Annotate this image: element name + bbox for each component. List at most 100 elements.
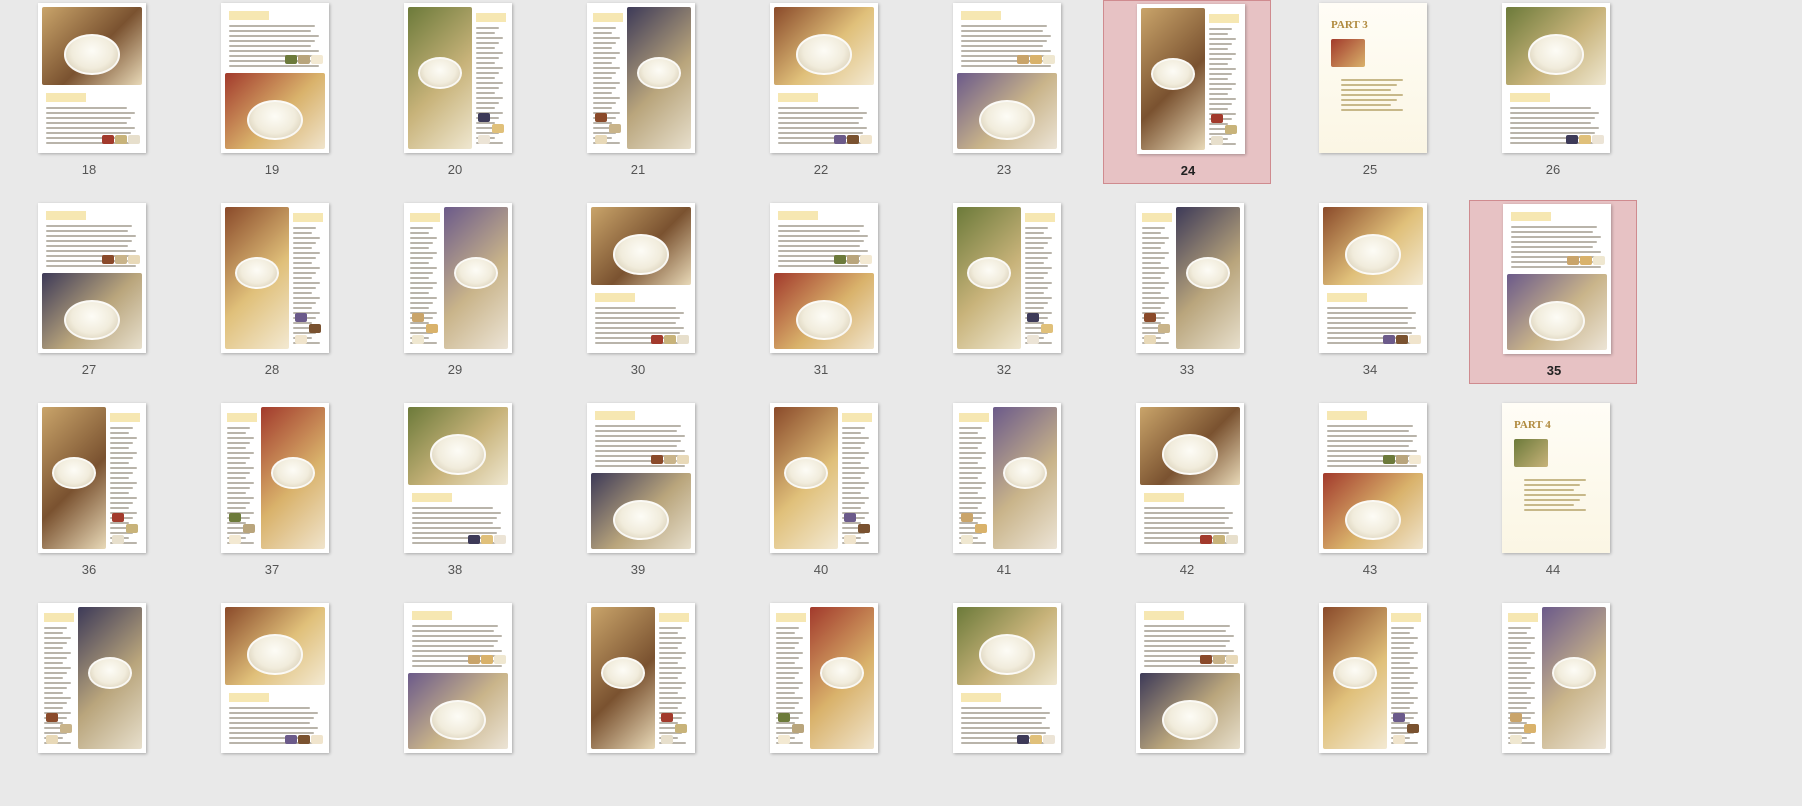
page-thumbnail[interactable] (371, 600, 539, 784)
page-preview[interactable] (1502, 3, 1610, 153)
page-preview[interactable] (953, 403, 1061, 553)
page-thumbnail[interactable]: 21 (554, 0, 722, 184)
page-thumbnail[interactable] (554, 600, 722, 784)
text-line (1511, 246, 1594, 248)
page-thumbnail[interactable]: 42 (1103, 400, 1271, 584)
page-preview[interactable] (953, 603, 1061, 753)
page-preview[interactable] (38, 403, 146, 553)
page-preview[interactable] (1319, 403, 1427, 553)
page-thumbnail[interactable] (5, 600, 173, 784)
text-line (229, 45, 312, 47)
page-preview[interactable] (1503, 204, 1611, 354)
page-thumbnail[interactable] (1469, 600, 1637, 784)
ingredient-image (778, 735, 790, 744)
page-preview[interactable] (1502, 603, 1610, 753)
page-thumbnail[interactable]: PART 4 44 (1469, 400, 1637, 584)
page-thumbnail[interactable] (737, 600, 905, 784)
page-preview[interactable] (38, 603, 146, 753)
page-preview[interactable] (1136, 203, 1244, 353)
page-preview[interactable] (404, 403, 512, 553)
ingredient-image (1200, 655, 1212, 664)
text-line (1209, 43, 1232, 45)
page-preview[interactable] (953, 203, 1061, 353)
page-thumbnail[interactable]: 43 (1286, 400, 1454, 584)
page-preview[interactable]: PART 4 (1502, 403, 1610, 553)
text-line (842, 487, 865, 489)
page-preview[interactable]: PART 3 (1319, 3, 1427, 153)
page-preview[interactable] (770, 3, 878, 153)
text-line (1391, 692, 1410, 694)
text-line (1508, 677, 1527, 679)
ingredient-image (1213, 535, 1225, 544)
page-thumbnail[interactable] (920, 600, 1088, 784)
page-thumbnail[interactable]: 37 (188, 400, 356, 584)
page-preview[interactable] (587, 3, 695, 153)
text-line (110, 457, 133, 459)
page-thumbnail[interactable]: 33 (1103, 200, 1271, 384)
page-preview[interactable] (1319, 603, 1427, 753)
page-preview[interactable] (1137, 4, 1245, 154)
page-thumbnail[interactable] (1103, 600, 1271, 784)
text-line (778, 112, 867, 114)
page-thumbnail[interactable]: 32 (920, 200, 1088, 384)
page-preview[interactable] (587, 203, 695, 353)
page-preview[interactable] (953, 3, 1061, 153)
ingredient-image (847, 255, 859, 264)
page-thumbnail[interactable]: 27 (5, 200, 173, 384)
page-thumbnail[interactable]: 39 (554, 400, 722, 584)
page-thumbnail[interactable]: 26 (1469, 0, 1637, 184)
text-line (1508, 627, 1531, 629)
page-thumbnail[interactable]: 29 (371, 200, 539, 384)
page-preview[interactable] (221, 203, 329, 353)
page-preview[interactable] (404, 603, 512, 753)
page-thumbnail[interactable]: 22 (737, 0, 905, 184)
page-thumbnail[interactable]: 40 (737, 400, 905, 584)
page-thumbnail[interactable]: 38 (371, 400, 539, 584)
bowl-image (64, 34, 120, 75)
text-line (44, 677, 63, 679)
page-thumbnail[interactable]: 24 (1103, 0, 1271, 184)
page-preview[interactable] (770, 403, 878, 553)
text-line (1025, 232, 1044, 234)
text-line (1510, 107, 1591, 109)
page-preview[interactable] (587, 603, 695, 753)
text-line (961, 40, 1048, 42)
bowl-image (247, 99, 303, 140)
page-thumbnail[interactable] (1286, 600, 1454, 784)
page-thumbnail[interactable]: 23 (920, 0, 1088, 184)
page-thumbnail[interactable] (188, 600, 356, 784)
text-line (476, 102, 499, 104)
text-line (778, 230, 861, 232)
page-thumbnail[interactable]: 28 (188, 200, 356, 384)
ingredient-image (1017, 735, 1029, 744)
text-line (46, 245, 129, 247)
page-thumbnail[interactable]: 34 (1286, 200, 1454, 384)
page-preview[interactable] (404, 203, 512, 353)
page-preview[interactable] (404, 3, 512, 153)
page-preview[interactable] (1136, 603, 1244, 753)
page-preview[interactable] (770, 603, 878, 753)
page-preview[interactable] (1319, 203, 1427, 353)
page-preview[interactable] (38, 203, 146, 353)
page-thumbnail[interactable]: 30 (554, 200, 722, 384)
page-preview[interactable] (1136, 403, 1244, 553)
page-preview[interactable] (587, 403, 695, 553)
page-thumbnail[interactable]: 35 (1469, 200, 1637, 384)
page-thumbnail[interactable]: 19 (188, 0, 356, 184)
page-thumbnail[interactable]: 18 (5, 0, 173, 184)
page-preview[interactable] (221, 603, 329, 753)
recipe-title-band (229, 11, 269, 20)
text-line (227, 452, 254, 454)
page-thumbnail[interactable]: PART 3 25 (1286, 0, 1454, 184)
page-thumbnail[interactable]: 41 (920, 400, 1088, 584)
text-line (44, 662, 63, 664)
page-thumbnail[interactable]: 20 (371, 0, 539, 184)
page-preview[interactable] (770, 203, 878, 353)
page-preview[interactable] (38, 3, 146, 153)
page-preview[interactable] (221, 403, 329, 553)
page-thumbnail[interactable]: 31 (737, 200, 905, 384)
page-preview[interactable] (221, 3, 329, 153)
text-line (293, 302, 316, 304)
text-line (778, 117, 863, 119)
page-thumbnail[interactable]: 36 (5, 400, 173, 584)
